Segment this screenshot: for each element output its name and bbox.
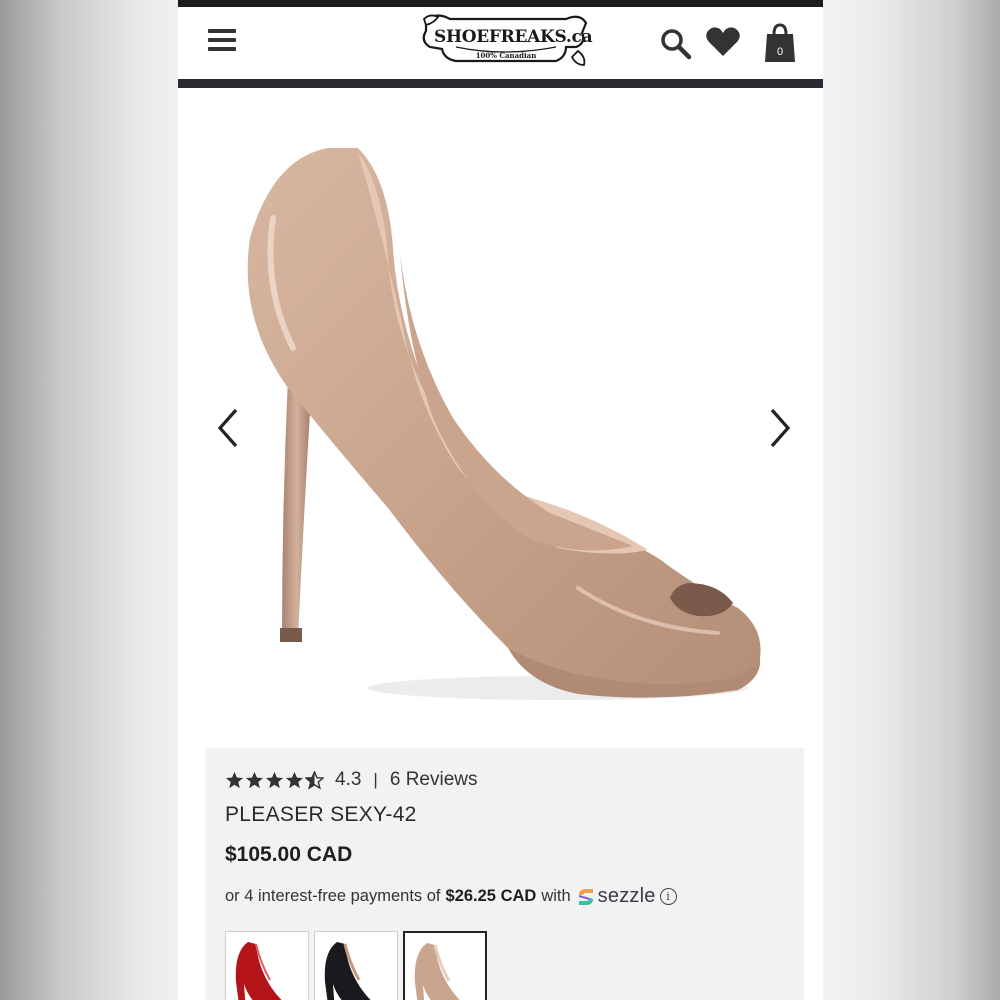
star-rating [225, 770, 325, 790]
swatch-black-shoe-thumbnail [324, 942, 371, 1000]
installment-message: or 4 interest-free payments of $26.25 CA… [225, 885, 677, 908]
logo-subtitle: 100% Canadian [475, 51, 537, 60]
shopping-bag-icon[interactable]: 0 [762, 20, 798, 64]
header-divider [178, 79, 823, 88]
product-price: $105.00 CAD [225, 843, 353, 866]
color-swatches [225, 931, 492, 1000]
info-icon[interactable]: i [659, 888, 677, 905]
status-strip [178, 0, 823, 7]
chevron-right-icon[interactable] [764, 406, 794, 450]
swatch-black[interactable] [314, 931, 398, 1000]
sezzle-mark-icon [578, 888, 593, 905]
sezzle-logo[interactable]: sezzle [577, 885, 656, 908]
reviews-link[interactable]: 6 Reviews [390, 769, 478, 791]
heart-icon[interactable] [704, 24, 742, 60]
search-icon[interactable] [658, 26, 694, 62]
rating-separator: | [373, 770, 378, 789]
star-half-icon [305, 770, 324, 790]
installment-amount: $26.25 CAD [445, 887, 537, 905]
star-full-icon [285, 771, 304, 788]
rating-row: 4.3 | 6 Reviews [225, 768, 478, 792]
installment-suffix: with [541, 887, 571, 905]
chevron-left-icon[interactable] [214, 406, 244, 450]
site-logo[interactable]: SHOEFREAKS.ca 100% Canadian [416, 7, 593, 75]
swatch-red[interactable] [225, 931, 309, 1000]
background-right-blur [823, 0, 1000, 1000]
product-image-nude-peep-toe-pump[interactable] [178, 88, 823, 748]
hamburger-menu-icon[interactable] [208, 27, 236, 53]
sezzle-wordmark: sezzle [597, 885, 656, 907]
site-header: SHOEFREAKS.ca 100% Canadian 0 [178, 7, 823, 79]
logo-text: SHOEFREAKS.ca [434, 27, 593, 47]
product-title: PLEASER SEXY-42 [225, 803, 417, 826]
swatch-nude[interactable] [403, 931, 487, 1000]
installment-prefix: or 4 interest-free payments of [225, 887, 441, 905]
swatch-red-shoe-thumbnail [235, 942, 282, 1000]
rating-value: 4.3 [335, 769, 362, 790]
product-info-panel: 4.3 | 6 Reviews PLEASER SEXY-42 $105.00 … [205, 748, 804, 1000]
swatch-nude-shoe-thumbnail [414, 943, 460, 1000]
phone-screen: SHOEFREAKS.ca 100% Canadian 0 4.3 | 6 Re… [178, 0, 823, 1000]
cart-count: 0 [776, 46, 784, 58]
star-full-icon [225, 771, 244, 788]
product-image-gallery [178, 88, 823, 748]
star-full-icon [265, 771, 284, 788]
star-full-icon [245, 771, 264, 788]
